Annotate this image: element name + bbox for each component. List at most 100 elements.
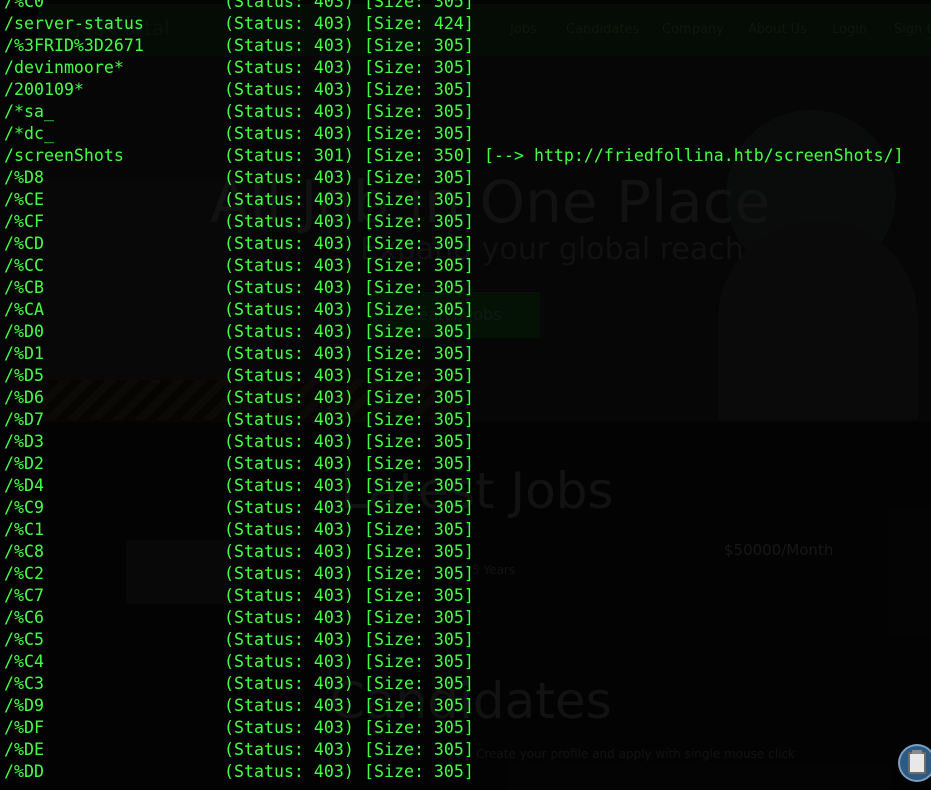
result-path: /%D9 (4, 696, 44, 715)
result-path: /%DD (4, 762, 44, 781)
result-size: [Size: 305] (364, 476, 474, 495)
result-status: (Status: 403) (224, 190, 354, 209)
result-status: (Status: 403) (224, 740, 354, 759)
result-status: (Status: 403) (224, 696, 354, 715)
clipboard-button[interactable] (900, 746, 931, 780)
result-path: /*sa_ (4, 102, 54, 121)
result-status: (Status: 403) (224, 256, 354, 275)
result-path: /%C0 (4, 0, 44, 11)
result-status: (Status: 403) (224, 36, 354, 55)
result-size: [Size: 305] (364, 608, 474, 627)
result-size: [Size: 305] (364, 278, 474, 297)
result-size: [Size: 305] (364, 674, 474, 693)
result-size: [Size: 350] (364, 146, 474, 165)
result-path: /*dc_ (4, 124, 54, 143)
result-path: /%D1 (4, 344, 44, 363)
result-size: [Size: 305] (364, 124, 474, 143)
result-size: [Size: 305] (364, 432, 474, 451)
result-status: (Status: 403) (224, 498, 354, 517)
result-status: (Status: 403) (224, 762, 354, 781)
result-size: [Size: 305] (364, 58, 474, 77)
result-status: (Status: 403) (224, 14, 354, 33)
result-status: (Status: 403) (224, 630, 354, 649)
result-status: (Status: 403) (224, 564, 354, 583)
result-status: (Status: 403) (224, 344, 354, 363)
result-size: [Size: 305] (364, 190, 474, 209)
result-status: (Status: 403) (224, 718, 354, 737)
result-size: [Size: 305] (364, 454, 474, 473)
result-size: [Size: 305] (364, 256, 474, 275)
result-path: /200109* (4, 80, 84, 99)
result-size: [Size: 305] (364, 410, 474, 429)
result-redirect: [--> http://friedfollina.htb/screenShots… (484, 146, 904, 165)
result-status: (Status: 403) (224, 80, 354, 99)
result-path: /%D7 (4, 410, 44, 429)
result-path: /%CD (4, 234, 44, 253)
result-size: [Size: 305] (364, 366, 474, 385)
result-size: [Size: 305] (364, 300, 474, 319)
result-status: (Status: 403) (224, 454, 354, 473)
result-path: /%DE (4, 740, 44, 759)
result-size: [Size: 305] (364, 586, 474, 605)
result-status: (Status: 403) (224, 432, 354, 451)
result-path: /%CA (4, 300, 44, 319)
result-status: (Status: 403) (224, 234, 354, 253)
result-size: [Size: 305] (364, 36, 474, 55)
terminal-window[interactable]: /%C0 (Status: 403) [Size: 305] /server-stat… (0, 0, 931, 790)
result-size: [Size: 305] (364, 652, 474, 671)
result-status: (Status: 403) (224, 366, 354, 385)
result-path: /%CF (4, 212, 44, 231)
result-path: /%C9 (4, 498, 44, 517)
result-path: /%D0 (4, 322, 44, 341)
result-path: /%D2 (4, 454, 44, 473)
result-status: (Status: 403) (224, 278, 354, 297)
result-status: (Status: 403) (224, 652, 354, 671)
result-path: /%C6 (4, 608, 44, 627)
result-status: (Status: 403) (224, 300, 354, 319)
result-size: [Size: 305] (364, 762, 474, 781)
result-size: [Size: 305] (364, 168, 474, 187)
result-path: /%CB (4, 278, 44, 297)
result-path: /%3FRID%3D2671 (4, 36, 144, 55)
result-size: [Size: 305] (364, 344, 474, 363)
result-size: [Size: 305] (364, 718, 474, 737)
result-path: /screenShots (4, 146, 124, 165)
result-status: (Status: 403) (224, 58, 354, 77)
result-size: [Size: 305] (364, 498, 474, 517)
result-size: [Size: 305] (364, 520, 474, 539)
result-size: [Size: 305] (364, 696, 474, 715)
result-path: /%CC (4, 256, 44, 275)
result-size: [Size: 305] (364, 212, 474, 231)
result-path: /devinmoore* (4, 58, 124, 77)
result-path: /%D4 (4, 476, 44, 495)
result-size: [Size: 305] (364, 234, 474, 253)
result-status: (Status: 403) (224, 586, 354, 605)
result-size: [Size: 305] (364, 322, 474, 341)
result-status: (Status: 403) (224, 124, 354, 143)
result-status: (Status: 403) (224, 388, 354, 407)
screen: Job Portal Jobs Candidates Company About… (0, 0, 931, 790)
result-status: (Status: 403) (224, 608, 354, 627)
result-path: /%C4 (4, 652, 44, 671)
result-status: (Status: 403) (224, 322, 354, 341)
result-path: /%DF (4, 718, 44, 737)
result-path: /%C5 (4, 630, 44, 649)
result-size: [Size: 305] (364, 0, 474, 11)
result-size: [Size: 305] (364, 630, 474, 649)
result-status: (Status: 403) (224, 102, 354, 121)
result-path: /%C7 (4, 586, 44, 605)
result-path: /%D6 (4, 388, 44, 407)
result-status: (Status: 403) (224, 674, 354, 693)
result-path: /%D5 (4, 366, 44, 385)
result-status: (Status: 403) (224, 410, 354, 429)
result-path: /%D3 (4, 432, 44, 451)
result-status: (Status: 403) (224, 476, 354, 495)
result-status: (Status: 403) (224, 520, 354, 539)
result-path: /%CE (4, 190, 44, 209)
clipboard-icon (908, 750, 926, 774)
result-size: [Size: 305] (364, 80, 474, 99)
result-path: /%C1 (4, 520, 44, 539)
result-path: /server-status (4, 14, 144, 33)
result-size: [Size: 305] (364, 740, 474, 759)
result-status: (Status: 301) (224, 146, 354, 165)
